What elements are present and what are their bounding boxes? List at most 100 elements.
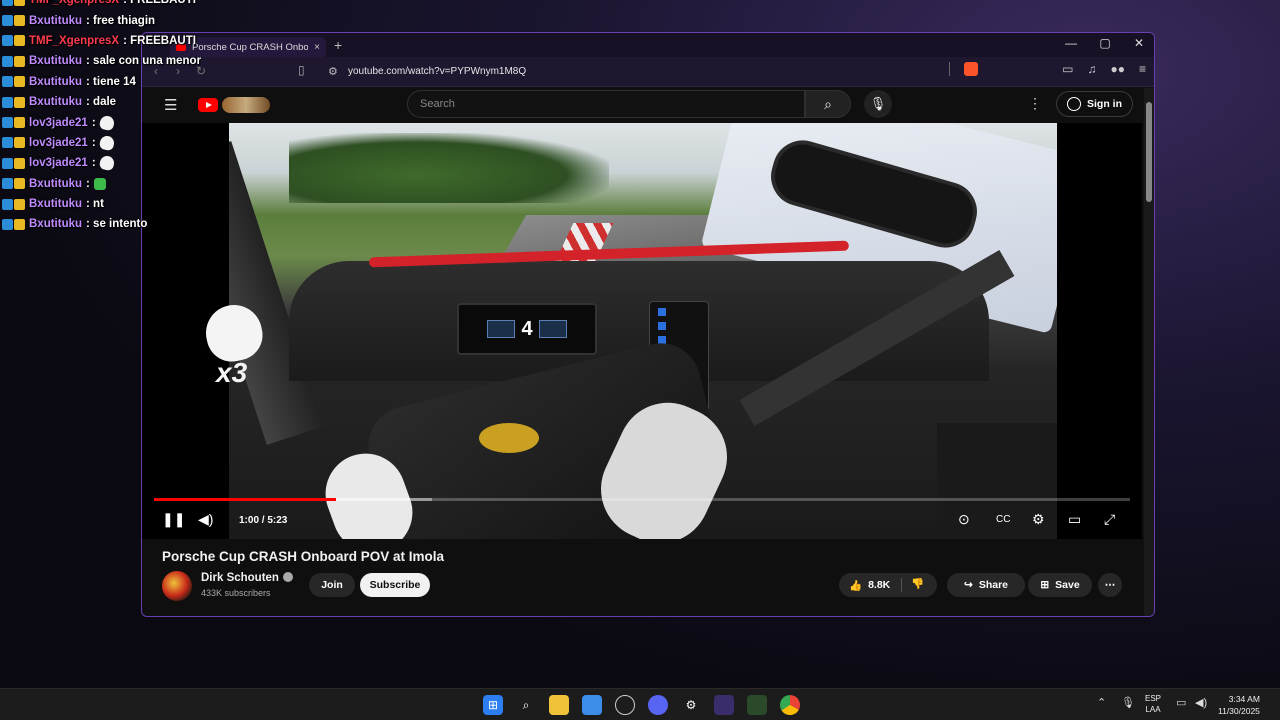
settings-gear-icon[interactable]: ⚙ (1032, 511, 1045, 528)
fullscreen-icon[interactable]: ⤢ (1104, 511, 1115, 528)
chat-username[interactable]: lov3jade21 (29, 137, 88, 149)
search-input[interactable]: Search (407, 90, 805, 118)
cast-icon[interactable]: ▭ (1062, 62, 1073, 76)
search-button[interactable]: ⌕ (805, 90, 851, 118)
join-button[interactable]: Join (309, 573, 355, 597)
chat-message: : nt (86, 198, 104, 211)
clock-date: 11/30/2025 (1218, 706, 1260, 716)
menu-icon[interactable]: ≡ (1139, 62, 1146, 76)
display-cell (538, 320, 567, 338)
chat-username[interactable]: Bxutituku (29, 15, 82, 27)
channel-name-wrap[interactable]: Dirk Schouten (201, 572, 293, 584)
thumbs-up-icon: 👍 (849, 579, 863, 592)
chat-badges (2, 178, 25, 190)
time-display: 1:00 / 5:23 (239, 515, 288, 526)
bookmark-icon[interactable]: ▯ (298, 63, 305, 77)
settings-menu-icon[interactable]: ⋮ (1028, 95, 1042, 112)
chat-username[interactable]: TMF_XgenpresX (29, 35, 119, 47)
chat-badges (2, 198, 25, 210)
prime-badge-icon (2, 178, 13, 190)
sign-in-button[interactable]: Sign in (1056, 91, 1133, 117)
chat-message: : (86, 177, 90, 190)
chat-username[interactable]: lov3jade21 (29, 117, 88, 129)
chat-line: lov3jade21 : (0, 133, 240, 153)
network-icon[interactable]: ▭ (1176, 696, 1186, 709)
save-button[interactable]: ⊞ Save (1028, 573, 1092, 597)
voice-search-button[interactable]: 🎙 (864, 90, 892, 118)
chat-username[interactable]: lov3jade21 (29, 157, 88, 169)
autoplay-toggle[interactable]: ⊙ (958, 511, 970, 528)
save-label: Save (1055, 579, 1080, 591)
clock[interactable]: 3:34 AM 11/30/2025 (1218, 693, 1260, 717)
store-icon[interactable] (582, 695, 602, 715)
captions-icon[interactable]: CC (996, 514, 1010, 525)
close-window-button[interactable]: ✕ (1132, 36, 1146, 50)
chat-username[interactable]: Bxutituku (29, 55, 82, 67)
url-field[interactable]: youtube.com/watch?v=PYPWnym1M8Q (348, 66, 526, 77)
chat-message: : dale (86, 96, 117, 109)
sub-badge-icon (14, 0, 25, 6)
clock-time: 3:34 AM (1228, 694, 1260, 704)
sub-badge-icon (14, 198, 25, 210)
chat-badges (2, 35, 25, 47)
like-divider (901, 578, 902, 592)
search-taskbar-icon[interactable]: ⌕ (516, 695, 536, 715)
chat-message: : se intento (86, 218, 148, 231)
like-button[interactable]: 👍 8.8K 👎 (839, 573, 937, 597)
share-button[interactable]: ↪ Share (947, 573, 1025, 597)
sub-badge-icon (14, 117, 25, 129)
mic-icon: 🎙 (869, 96, 887, 111)
chat-line: Bxutituku : se intento (0, 214, 240, 234)
mic-tray-icon[interactable]: 🎙 (1121, 696, 1135, 709)
media-icon[interactable]: ♫ (1087, 62, 1096, 76)
terminal-icon[interactable] (747, 695, 767, 715)
chrome-icon[interactable] (780, 695, 800, 715)
minimize-button[interactable]: — (1064, 36, 1078, 50)
prime-badge-icon (2, 96, 13, 108)
tab-bar: Porsche Cup CRASH Onboard × + — ▢ ✕ (142, 33, 1154, 57)
maximize-button[interactable]: ▢ (1098, 36, 1112, 50)
prime-badge-icon (2, 157, 13, 169)
settings-taskbar-icon[interactable]: ⚙ (681, 695, 701, 715)
tray-expand-icon[interactable]: ⌃ (1097, 696, 1106, 709)
file-explorer-icon[interactable] (549, 695, 569, 715)
chat-username[interactable]: TMF_XgenpresX (29, 0, 119, 6)
subscribe-button[interactable]: Subscribe (360, 573, 430, 597)
site-info-icon[interactable]: ⚙ (328, 65, 338, 78)
sign-in-label: Sign in (1087, 98, 1122, 110)
chat-username[interactable]: Bxutituku (29, 218, 82, 230)
chat-username[interactable]: Bxutituku (29, 76, 82, 88)
steam-icon[interactable] (615, 695, 635, 715)
brave-shield-icon[interactable] (964, 62, 979, 76)
share-label: Share (978, 579, 1008, 591)
browser-taskbar-icon[interactable] (714, 695, 734, 715)
new-tab-button[interactable]: + (334, 37, 342, 53)
chat-username[interactable]: Bxutituku (29, 198, 82, 210)
thumbs-down-icon[interactable]: 👎 (911, 577, 924, 590)
scrollbar-thumb[interactable] (1146, 102, 1152, 202)
windows-start-icon[interactable]: ⊞ (483, 695, 503, 715)
wheel-hub (479, 423, 539, 453)
youtube-header: ☰ Search ⌕ 🎙 ⋮ Sign in (142, 87, 1154, 123)
tab-close-icon[interactable]: × (314, 42, 320, 53)
language-indicator[interactable]: ESP LAA (1145, 693, 1161, 715)
progress-bar[interactable] (154, 498, 1130, 501)
prime-badge-icon (2, 76, 13, 88)
chat-username[interactable]: Bxutituku (29, 96, 82, 108)
video-player[interactable]: 4 x3 ❚❚ ◀) 1:00 / 5:23 ⊙ CC ⚙ ▭ ⤢ (142, 123, 1142, 539)
prime-badge-icon (2, 198, 13, 210)
volume-icon[interactable]: ◀) (198, 511, 213, 528)
chat-message: : (91, 116, 96, 129)
more-actions-button[interactable]: ⋯ (1098, 573, 1122, 597)
speaker-icon[interactable]: ◀) (1195, 696, 1207, 709)
prime-badge-icon (2, 0, 13, 6)
channel-avatar[interactable] (162, 571, 192, 601)
scrollbar[interactable] (1144, 88, 1154, 616)
pause-icon[interactable]: ❚❚ (162, 511, 185, 528)
extension-icon[interactable]: ●● (1110, 62, 1125, 76)
chat-username[interactable]: Bxutituku (29, 178, 82, 190)
theater-mode-icon[interactable]: ▭ (1068, 511, 1081, 528)
discord-icon[interactable] (648, 695, 668, 715)
chat-badges (2, 157, 25, 169)
taskbar: ⊞ ⌕ ⚙ ⌃ 🎙 ESP LAA ▭ ◀) 3:34 AM 11/30/202… (0, 688, 1280, 720)
